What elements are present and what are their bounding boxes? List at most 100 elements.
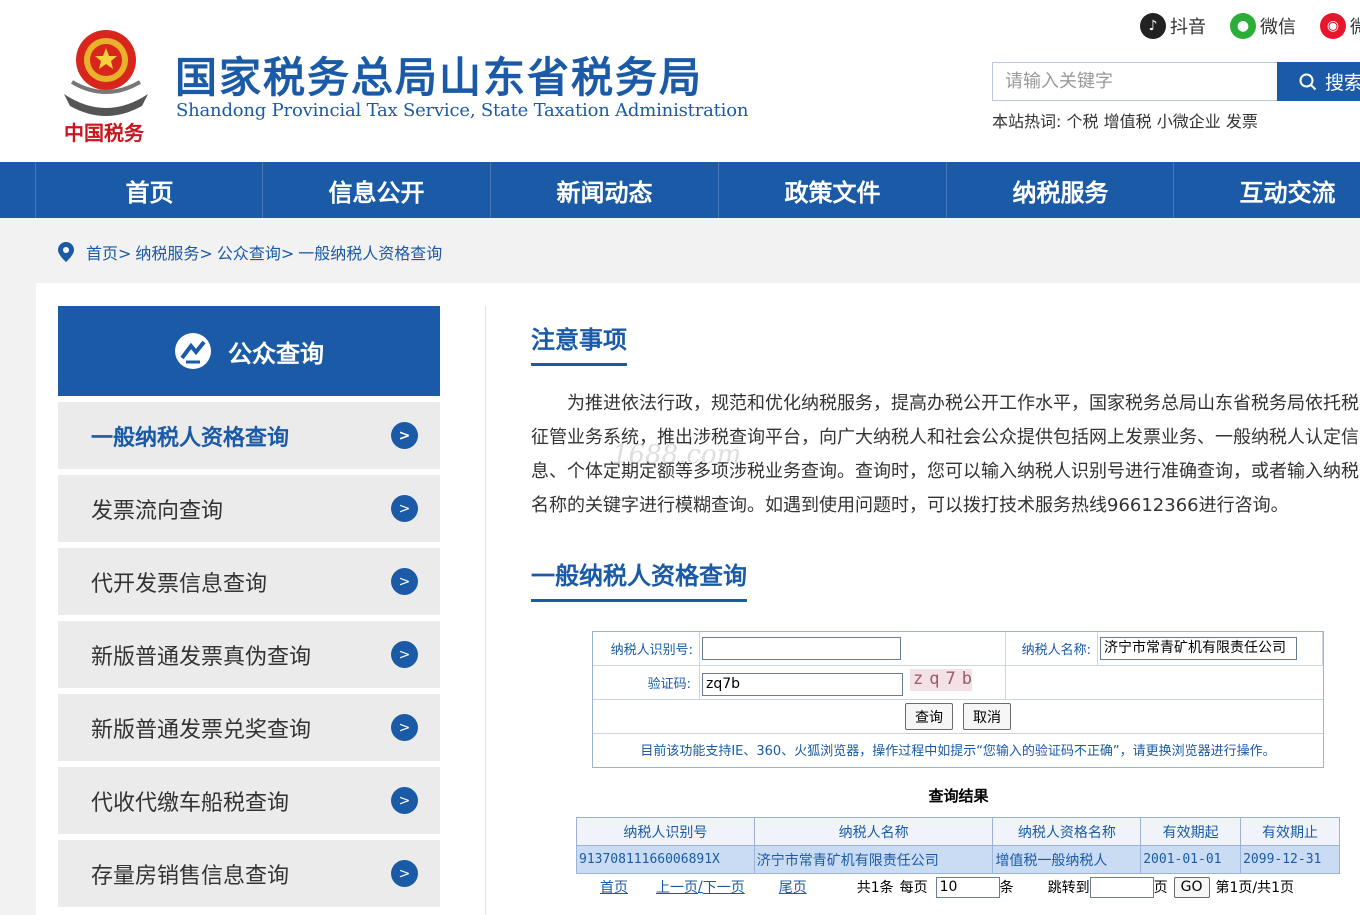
hotword[interactable]: 增值税 xyxy=(1104,112,1152,131)
pager-page-unit: 页 xyxy=(1153,880,1168,896)
pager-last[interactable]: 尾页 xyxy=(779,877,807,897)
go-button[interactable]: GO xyxy=(1173,876,1210,898)
column-header: 有效期止 xyxy=(1240,817,1340,846)
chevron-right-icon: > xyxy=(391,495,418,522)
captcha-label: 验证码: xyxy=(593,666,700,700)
hotwords-label: 本站热词: xyxy=(992,112,1062,131)
social-douyin[interactable]: ♪ 抖音 xyxy=(1140,13,1206,39)
sidebar-item-invoice-flow[interactable]: 发票流向查询 > xyxy=(58,475,440,542)
hotword[interactable]: 个税 xyxy=(1067,112,1099,131)
site-header: 中国税务 国家税务总局山东省税务局 Shandong Provincial Ta… xyxy=(0,0,1360,162)
sidebar-item-label: 新版普通发票真伪查询 xyxy=(91,644,312,670)
taxpayer-id-label: 纳税人识别号: xyxy=(593,632,700,666)
notice-text-line: 为推进依法行政，规范和优化纳税服务，提高办税公开工作水平，国家税务总局山东省税务… xyxy=(567,393,1359,414)
sidebar-item-label: 发票流向查询 xyxy=(91,498,224,524)
sidebar-item-label: 新版普通发票兑奖查询 xyxy=(91,717,312,743)
social-wechat[interactable]: ● 微信 xyxy=(1230,13,1296,39)
captcha-input[interactable]: zq7b xyxy=(702,673,903,696)
public-query-icon xyxy=(175,333,211,369)
search-input[interactable]: 请输入关键字 xyxy=(992,62,1278,101)
site-title: 国家税务总局山东省税务局 xyxy=(175,53,704,102)
results-title: 查询结果 xyxy=(928,787,989,805)
valid-from-cell: 2001-01-01 xyxy=(1140,845,1242,874)
column-header: 纳税人识别号 xyxy=(576,817,755,846)
chevron-right-icon: > xyxy=(391,568,418,595)
form-divider xyxy=(593,733,1323,734)
table-row[interactable]: 91370811166006891X 济宁市常青矿机有限责任公司 增值税一般纳税… xyxy=(576,845,1340,874)
sidebar-item-invoice-prize[interactable]: 新版普通发票兑奖查询 > xyxy=(58,694,440,761)
social-label: 微信 xyxy=(1260,17,1296,38)
qualification-cell: 增值税一般纳税人 xyxy=(992,845,1142,874)
social-label: 微 xyxy=(1350,17,1360,38)
search-button-label: 搜索 xyxy=(1325,72,1360,94)
query-title: 一般纳税人资格查询 xyxy=(531,556,747,602)
svg-text:中国税务: 中国税务 xyxy=(64,121,145,145)
sidebar-item-label: 代开发票信息查询 xyxy=(91,571,268,597)
taxpayer-id-input[interactable] xyxy=(702,637,901,660)
breadcrumb: 首页> 纳税服务> 公众查询> 一般纳税人资格查询 xyxy=(58,240,442,264)
search-icon xyxy=(1299,73,1317,90)
breadcrumb-tax-service[interactable]: 纳税服务> xyxy=(135,240,212,264)
pager-first[interactable]: 首页 xyxy=(600,877,628,897)
content-divider xyxy=(485,306,486,915)
nav-policy[interactable]: 政策文件 xyxy=(718,162,946,218)
hotword[interactable]: 小微企业 xyxy=(1157,112,1221,131)
location-pin-icon xyxy=(58,242,74,262)
chevron-right-icon: > xyxy=(391,860,418,887)
taxpayer-name-cell: 济宁市常青矿机有限责任公司 xyxy=(753,845,994,874)
sidebar-item-housing-sales[interactable]: 存量房销售信息查询 > xyxy=(58,840,440,907)
table-header-row: 纳税人识别号 纳税人名称 纳税人资格名称 有效期起 有效期止 xyxy=(576,817,1340,846)
sidebar-item-general-taxpayer[interactable]: 一般纳税人资格查询 > xyxy=(58,402,440,469)
column-header: 有效期起 xyxy=(1140,817,1242,846)
weibo-icon: ◉ xyxy=(1320,13,1346,39)
social-weibo[interactable]: ◉ 微 xyxy=(1320,13,1360,39)
main-nav: 首页 信息公开 新闻动态 政策文件 纳税服务 互动交流 xyxy=(0,162,1360,218)
social-label: 抖音 xyxy=(1170,17,1206,38)
taxpayer-name-label: 纳税人名称: xyxy=(1006,632,1098,666)
column-header: 纳税人名称 xyxy=(753,817,994,846)
nav-interaction[interactable]: 互动交流 xyxy=(1173,162,1360,218)
nav-tax-service[interactable]: 纳税服务 xyxy=(946,162,1174,218)
nav-news[interactable]: 新闻动态 xyxy=(490,162,718,218)
pager-per-page-unit: 条 xyxy=(999,880,1014,896)
search-button[interactable]: 搜索 xyxy=(1277,62,1360,101)
chevron-right-icon: > xyxy=(391,714,418,741)
pager-next[interactable]: 下一页 xyxy=(703,877,745,897)
sidebar-item-label: 一般纳税人资格查询 xyxy=(91,425,290,451)
watermark: 1688.com xyxy=(612,440,742,470)
nav-info-disclosure[interactable]: 信息公开 xyxy=(262,162,490,218)
breadcrumb-public-query[interactable]: 公众查询> xyxy=(217,240,294,264)
pager-jump-label: 跳转到 xyxy=(1047,880,1090,896)
douyin-icon: ♪ xyxy=(1140,13,1166,39)
pager-prev[interactable]: 上一页 xyxy=(656,877,698,897)
site-subtitle: Shandong Provincial Tax Service, State T… xyxy=(176,100,749,121)
query-button[interactable]: 查询 xyxy=(905,703,953,730)
breadcrumb-home[interactable]: 首页> xyxy=(86,240,131,264)
browser-support-note: 目前该功能支持IE、360、火狐浏览器，操作过程中如提示“您输入的验证码不正确”… xyxy=(640,744,1276,759)
chevron-right-icon: > xyxy=(391,641,418,668)
chevron-right-icon: > xyxy=(391,422,418,449)
pager-status: 第1页/共1页 xyxy=(1215,880,1295,896)
nav-home[interactable]: 首页 xyxy=(35,162,263,218)
empty-cell xyxy=(1006,666,1323,700)
jump-page-input[interactable] xyxy=(1089,876,1154,898)
tax-emblem-logo[interactable]: 中国税务 xyxy=(58,22,154,146)
sidebar-item-invoice-authenticity[interactable]: 新版普通发票真伪查询 > xyxy=(58,621,440,688)
sidebar-header: 公众查询 xyxy=(58,306,440,396)
pager-total: 共1条 xyxy=(856,880,894,896)
notice-text-line: 名称的关键字进行模糊查询。如遇到使用问题时，可以拨打技术服务热线96612366… xyxy=(531,495,1289,516)
breadcrumb-current[interactable]: 一般纳税人资格查询 xyxy=(298,240,442,264)
cancel-button[interactable]: 取消 xyxy=(963,703,1011,730)
sidebar-item-proxy-invoice[interactable]: 代开发票信息查询 > xyxy=(58,548,440,615)
captcha-image[interactable]: zq7b xyxy=(910,669,972,691)
taxpayer-name-input[interactable]: 济宁市常青矿机有限责任公司 xyxy=(1100,637,1297,660)
notice-title: 注意事项 xyxy=(531,320,627,366)
per-page-input[interactable]: 10 xyxy=(935,876,1000,898)
taxpayer-id-cell: 91370811166006891X xyxy=(576,845,755,874)
results-table: 纳税人识别号 纳税人名称 纳税人资格名称 有效期起 有效期止 913708111… xyxy=(576,817,1340,874)
valid-to-cell: 2099-12-31 xyxy=(1240,845,1340,874)
pager-per-page-label: 每页 xyxy=(899,880,928,896)
wechat-icon: ● xyxy=(1230,13,1256,39)
column-header: 纳税人资格名称 xyxy=(992,817,1142,846)
hotword[interactable]: 发票 xyxy=(1226,112,1258,131)
